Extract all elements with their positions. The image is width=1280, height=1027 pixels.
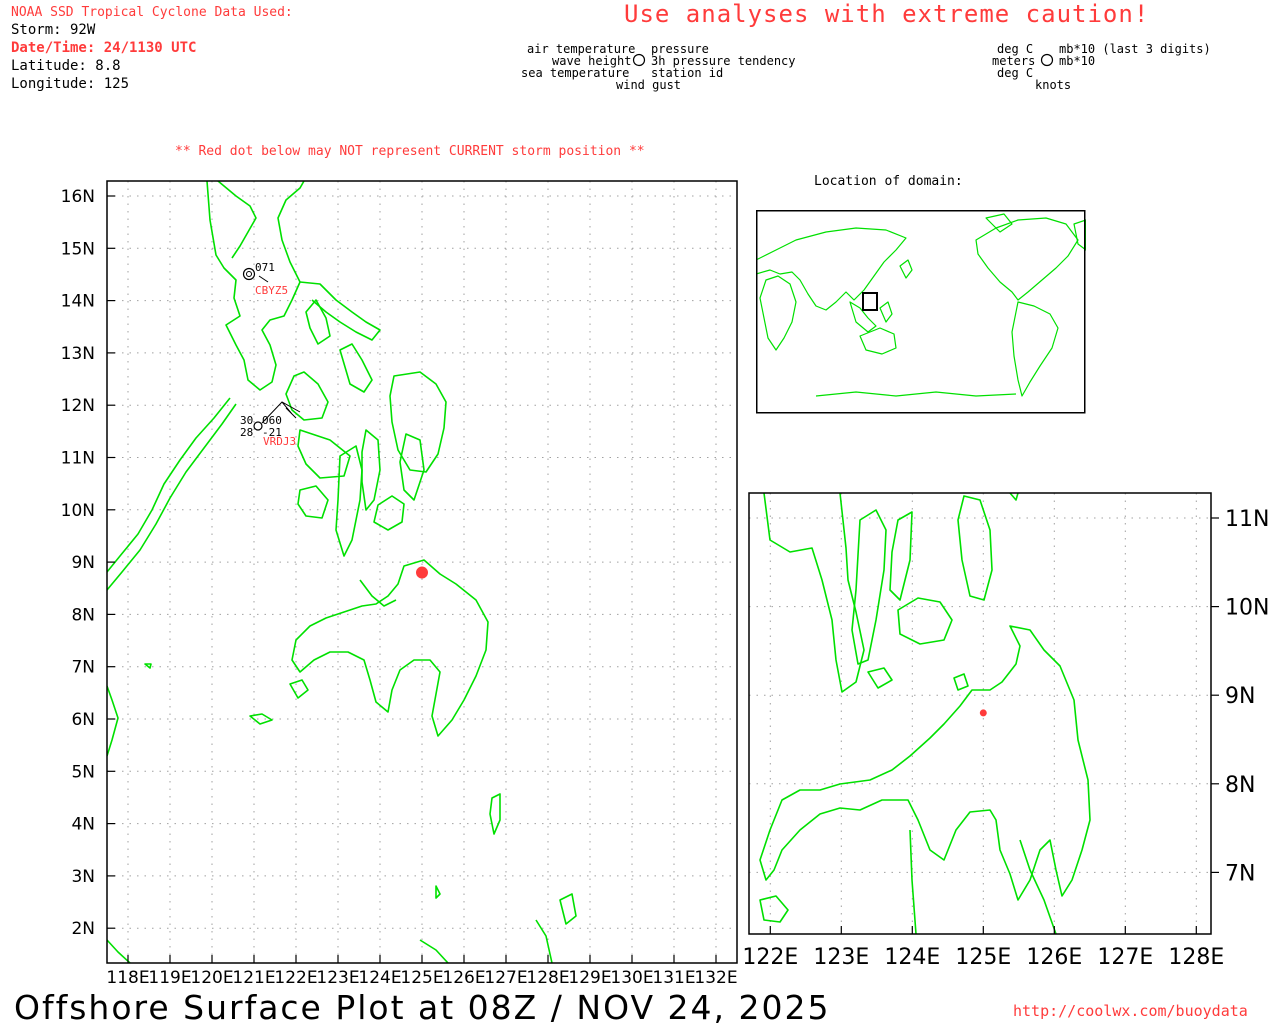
source-url-link[interactable]: http://coolwx.com/buoydata: [1013, 1002, 1248, 1020]
zoom-lon-label: 128E: [1168, 945, 1224, 970]
zoom-lon-label: 126E: [1026, 945, 1082, 970]
zoom-lat-label: 8N: [1225, 773, 1255, 798]
plot-title: Offshore Surface Plot at 08Z / NOV 24, 2…: [14, 988, 831, 1027]
zoom-lon-label: 124E: [884, 945, 940, 970]
zoom-lon-label: 127E: [1097, 945, 1153, 970]
zoom-lat-label: 10N: [1225, 596, 1269, 621]
zoom-lat-label: 9N: [1225, 684, 1255, 709]
zoom-lon-label: 125E: [955, 945, 1011, 970]
zoom-storm-position-marker[interactable]: [979, 709, 987, 717]
zoom-lat-label: 7N: [1225, 861, 1255, 886]
zoom-map: 11N 10N 9N 8N 7N 122E 123E 124E 125E 126E 127E 128E: [742, 492, 1269, 970]
zoom-lon-label: 123E: [813, 945, 869, 970]
zoom-map-coastlines: [759, 493, 1091, 934]
zoom-lon-label: 122E: [742, 945, 798, 970]
zoom-lat-label: 11N: [1225, 507, 1269, 532]
